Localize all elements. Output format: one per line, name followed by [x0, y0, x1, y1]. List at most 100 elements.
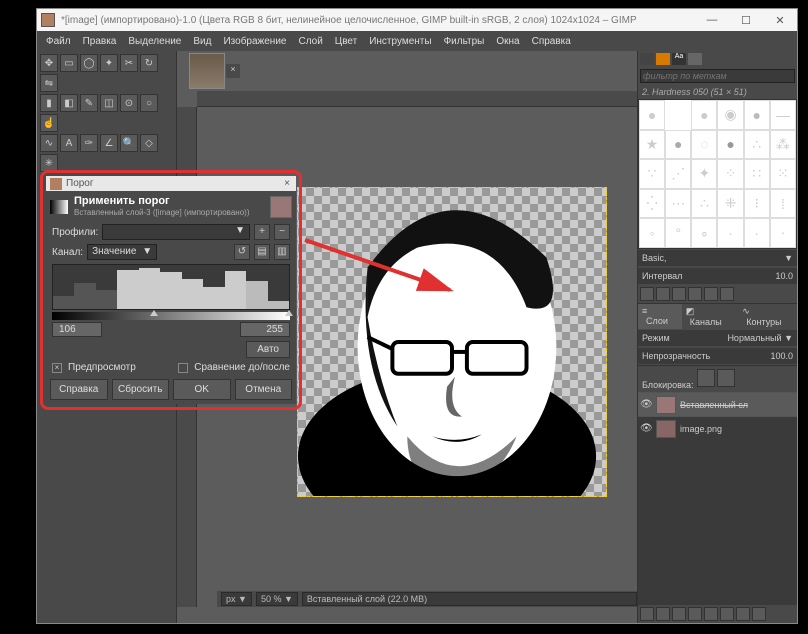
- tool-lasso-icon[interactable]: ◯: [80, 54, 98, 72]
- layer-merge-icon[interactable]: [720, 607, 734, 621]
- layer-row-1[interactable]: 👁 Вставленный сл: [638, 392, 797, 416]
- brush-refresh-icon[interactable]: [704, 287, 718, 301]
- tool-smudge-icon[interactable]: ☝: [40, 114, 58, 132]
- tool-blur-icon[interactable]: ○: [140, 94, 158, 112]
- tool-clone-icon[interactable]: ⊙: [120, 94, 138, 112]
- tool-crop-icon[interactable]: ✂: [120, 54, 138, 72]
- tool-text-icon[interactable]: A: [60, 134, 78, 152]
- brush-cell[interactable]: ◦: [639, 218, 665, 248]
- tool-flip-icon[interactable]: ⇋: [40, 74, 58, 92]
- tool-wand-icon[interactable]: ✦: [100, 54, 118, 72]
- brush-del-icon[interactable]: [688, 287, 702, 301]
- brush-menu-icon[interactable]: [720, 287, 734, 301]
- status-unit[interactable]: px ▼: [221, 592, 252, 606]
- brush-cell[interactable]: ●: [717, 130, 743, 160]
- profile-remove-button[interactable]: −: [274, 224, 290, 240]
- lock-alpha-icon[interactable]: [717, 369, 735, 387]
- palette-select[interactable]: Basic,▼: [638, 250, 797, 266]
- dock-tab-1[interactable]: [640, 53, 654, 65]
- dock-tab-4[interactable]: [688, 53, 702, 65]
- profiles-select[interactable]: ▼: [102, 224, 250, 240]
- channel-select[interactable]: Значение▼: [87, 244, 157, 260]
- brush-cell[interactable]: ∷: [744, 159, 770, 189]
- brush-new-icon[interactable]: [656, 287, 670, 301]
- opacity-field[interactable]: Непрозрачность100.0: [638, 348, 797, 364]
- image-tab-close[interactable]: ×: [226, 64, 240, 78]
- menu-select[interactable]: Выделение: [123, 34, 186, 49]
- layer-group-icon[interactable]: [656, 607, 670, 621]
- minimize-button[interactable]: —: [695, 9, 729, 31]
- brush-cell[interactable]: ⁜: [717, 189, 743, 219]
- cancel-button[interactable]: Отмена: [235, 379, 293, 400]
- brush-cell[interactable]: ·: [717, 218, 743, 248]
- blend-mode-select[interactable]: РежимНормальный ▼: [638, 330, 797, 346]
- brush-cell[interactable]: ★: [639, 130, 665, 160]
- layer-mask-icon[interactable]: [736, 607, 750, 621]
- tab-paths[interactable]: ∿ Контуры: [738, 304, 797, 329]
- brush-cell[interactable]: ⁛: [639, 189, 665, 219]
- tab-layers[interactable]: ≡ Слои: [638, 304, 682, 329]
- close-button[interactable]: ✕: [763, 9, 797, 31]
- menu-layer[interactable]: Слой: [293, 34, 327, 49]
- lock-pixels-icon[interactable]: [697, 369, 715, 387]
- tool-rotate-icon[interactable]: ↻: [140, 54, 158, 72]
- menu-edit[interactable]: Правка: [78, 34, 122, 49]
- tool-pencil-icon[interactable]: ✎: [80, 94, 98, 112]
- interval-field[interactable]: Интервал10.0: [638, 268, 797, 284]
- brush-cell[interactable]: ⁝: [744, 189, 770, 219]
- dock-tab-2[interactable]: [656, 53, 670, 65]
- slider-handle-high[interactable]: [285, 310, 293, 316]
- tab-channels[interactable]: ◩ Каналы: [682, 304, 738, 329]
- layer-del-icon[interactable]: [752, 607, 766, 621]
- maximize-button[interactable]: ☐: [729, 9, 763, 31]
- menu-tools[interactable]: Инструменты: [364, 34, 436, 49]
- brush-cell[interactable]: ∙: [744, 218, 770, 248]
- menu-image[interactable]: Изображение: [218, 34, 291, 49]
- tool-rect-select-icon[interactable]: ▭: [60, 54, 78, 72]
- dock-tab-3[interactable]: Aa: [672, 53, 686, 65]
- tool-bucket-icon[interactable]: ▮: [40, 94, 58, 112]
- brush-cell[interactable]: ◐: [665, 100, 691, 130]
- tool-move-icon[interactable]: ✥: [40, 54, 58, 72]
- tool-measure-icon[interactable]: ∠: [100, 134, 118, 152]
- dialog-close-icon[interactable]: ×: [278, 178, 296, 189]
- status-zoom[interactable]: 50 % ▼: [256, 592, 298, 606]
- brush-edit-icon[interactable]: [640, 287, 654, 301]
- help-button[interactable]: Справка: [50, 379, 108, 400]
- brush-cell[interactable]: ⁘: [717, 159, 743, 189]
- menu-file[interactable]: Файл: [41, 34, 76, 49]
- brush-cell[interactable]: ∴: [691, 189, 717, 219]
- brush-filter-input[interactable]: [640, 69, 795, 83]
- tool-eraser-icon[interactable]: ◫: [100, 94, 118, 112]
- layer-down-icon[interactable]: [688, 607, 702, 621]
- threshold-slider[interactable]: [52, 312, 290, 320]
- layer-dup-icon[interactable]: [704, 607, 718, 621]
- tool-gradient-icon[interactable]: ◧: [60, 94, 78, 112]
- brush-cell[interactable]: ∘: [691, 218, 717, 248]
- brush-cell[interactable]: ⋰: [665, 159, 691, 189]
- brush-cell[interactable]: ●: [665, 130, 691, 160]
- layer-new-icon[interactable]: [640, 607, 654, 621]
- brush-dup-icon[interactable]: [672, 287, 686, 301]
- brush-cell[interactable]: ✦: [691, 159, 717, 189]
- brush-cell[interactable]: ⁙: [770, 159, 796, 189]
- profile-add-button[interactable]: +: [254, 224, 270, 240]
- brush-cell[interactable]: ◉: [717, 100, 743, 130]
- tool-path-icon[interactable]: ∿: [40, 134, 58, 152]
- ok-button[interactable]: OK: [173, 379, 231, 400]
- menu-help[interactable]: Справка: [527, 34, 576, 49]
- slider-handle-low[interactable]: [150, 310, 158, 316]
- threshold-low-input[interactable]: 106: [52, 322, 102, 337]
- dialog-titlebar[interactable]: Порог ×: [46, 176, 296, 191]
- channel-reset-icon[interactable]: ↺: [234, 244, 250, 260]
- brush-cell[interactable]: ⋅: [770, 218, 796, 248]
- compare-checkbox[interactable]: [178, 363, 188, 373]
- brush-cell[interactable]: °: [665, 218, 691, 248]
- brush-cell[interactable]: ●: [639, 100, 665, 130]
- brush-cell[interactable]: ●: [744, 100, 770, 130]
- brush-cell[interactable]: ∵: [639, 159, 665, 189]
- tool-cage-icon[interactable]: ◇: [140, 134, 158, 152]
- layer-visibility-icon[interactable]: 👁: [640, 399, 652, 410]
- layer-row-2[interactable]: 👁 image.png: [638, 416, 797, 440]
- brush-cell[interactable]: ●: [691, 100, 717, 130]
